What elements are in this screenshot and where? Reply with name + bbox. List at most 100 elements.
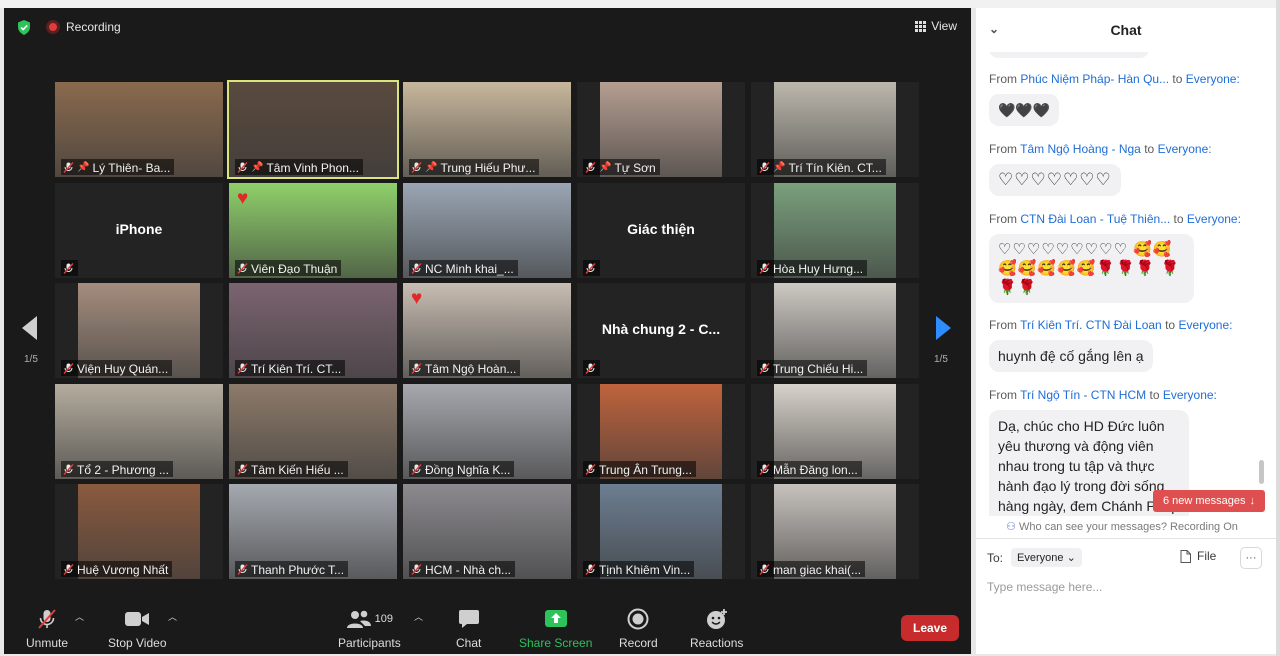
participant-name: Tâm Kiến Hiếu ... [251, 462, 344, 477]
participant-video-tile[interactable]: Nhà chung 2 - C... [577, 283, 745, 378]
participant-video-tile[interactable]: iPhone [55, 183, 223, 278]
participant-video-tile[interactable]: Huệ Vương Nhất [55, 484, 223, 579]
pin-icon: 📌 [773, 162, 786, 173]
participant-video-tile[interactable]: HCM - Nhà ch... [403, 484, 571, 579]
participant-video-tile[interactable]: Trung Chiếu Hi... [751, 283, 919, 378]
reactions-button[interactable]: Reactions [690, 608, 743, 650]
participant-name-tag: 📌 Tự Sơn [583, 159, 660, 175]
chat-recipient-link[interactable]: Everyone: [1163, 388, 1217, 402]
chat-sender-link[interactable]: CTN Đài Loan - Tuệ Thiên... [1020, 212, 1170, 226]
chat-button[interactable]: Chat [456, 608, 481, 650]
participant-video-tile[interactable]: Tâm Kiến Hiếu ... [229, 384, 397, 479]
participant-video-tile[interactable]: Đồng Nghĩa K... [403, 384, 571, 479]
audio-options-caret-icon[interactable]: ︿ [75, 610, 84, 623]
zoom-window: Recording View 📌 Lý Thiên- Ba... 📌 Tâm Vinh… [0, 0, 1280, 656]
more-options-button[interactable]: ··· [1240, 547, 1262, 569]
participant-name-tag: Tâm Ngộ Hoàn... [409, 360, 521, 376]
video-camera-icon [124, 608, 150, 630]
from-word: From [989, 72, 1017, 86]
leave-button[interactable]: Leave [901, 615, 959, 641]
participant-video-tile[interactable]: Mẫn Đăng lon... [751, 384, 919, 479]
participant-video-tile[interactable]: Thanh Phước T... [229, 484, 397, 579]
participant-name: Tổ 2 - Phương ... [77, 462, 169, 477]
stop-video-button[interactable]: Stop Video [108, 608, 167, 650]
unmute-label: Unmute [26, 636, 69, 650]
participant-video-tile[interactable]: Viện Huy Quán... [55, 283, 223, 378]
chat-sender-link[interactable]: Tâm Ngộ Hoàng - Nga [1020, 142, 1141, 156]
chat-message-list[interactable]: From Phúc Niệm Pháp- Hàn Qu... to Everyo… [976, 52, 1268, 516]
unmute-button[interactable]: Unmute [26, 608, 68, 650]
chat-message-input[interactable] [987, 578, 1257, 596]
microphone-muted-icon [585, 162, 596, 173]
chat-message-bubble: huynh đệ cố gắng lên ạ [989, 340, 1153, 372]
participant-name-tag: HCM - Nhà ch... [409, 561, 516, 577]
participant-name-tag: Đồng Nghĩa K... [409, 461, 515, 477]
record-button[interactable]: Record [619, 608, 658, 650]
to-word: to [1172, 72, 1183, 86]
participant-video-tile[interactable]: ♥ Tâm Ngộ Hoàn... [403, 283, 571, 378]
file-button[interactable]: File [1180, 549, 1216, 563]
view-button[interactable]: View [915, 19, 957, 33]
participant-name: Tâm Vinh Phon... [266, 160, 359, 175]
previous-page-arrow-icon[interactable] [22, 316, 37, 340]
microphone-muted-icon [759, 263, 770, 274]
participant-video-tile[interactable]: 📌 Tự Sơn [577, 82, 745, 177]
reactions-label: Reactions [690, 636, 744, 650]
new-messages-button[interactable]: 6 new messages ↓ [1153, 490, 1265, 512]
chat-panel: ⌄ Chat From Phúc Niệm Pháp- Hàn Qu... to… [976, 8, 1276, 654]
participant-video-tile[interactable]: Tổ 2 - Phương ... [55, 384, 223, 479]
arrow-down-icon: ↓ [1249, 495, 1256, 507]
chat-recipient-link[interactable]: Everyone: [1187, 212, 1241, 226]
people-icon: ⚇ [1006, 521, 1016, 533]
participant-video-tile[interactable]: ♥ Viên Đạo Thuận [229, 183, 397, 278]
stop-video-label: Stop Video [108, 636, 167, 650]
participants-options-caret-icon[interactable]: ︿ [414, 610, 423, 623]
security-shield-icon[interactable] [17, 20, 31, 35]
chat-label: Chat [456, 636, 482, 650]
participant-name-tag: 📌 Trí Tín Kiên. CT... [757, 159, 886, 175]
participant-video-tile[interactable]: Trung Ân Trung... [577, 384, 745, 479]
participant-video-tile[interactable]: 📌 Lý Thiên- Ba... [55, 82, 223, 177]
share-screen-label: Share Screen [519, 636, 593, 650]
chat-message-header: From CTN Đài Loan - Tuệ Thiên... to Ever… [989, 212, 1241, 226]
video-options-caret-icon[interactable]: ︿ [168, 610, 177, 623]
recording-indicator[interactable]: Recording [46, 20, 121, 34]
chat-sender-link[interactable]: Trí Kiên Trí. CTN Đài Loan [1020, 318, 1162, 332]
recipient-dropdown[interactable]: Everyone ⌄ [1011, 548, 1082, 567]
participant-video-tile[interactable]: Hòa Huy Hưng... [751, 183, 919, 278]
participant-name: HCM - Nhà ch... [425, 562, 512, 577]
participant-video-tile[interactable]: 📌 Tâm Vinh Phon... [227, 80, 399, 179]
chat-recipient-link[interactable]: Everyone: [1158, 142, 1212, 156]
chat-sender-link[interactable]: Phúc Niệm Pháp- Hàn Qu... [1020, 72, 1169, 86]
participant-video-tile[interactable]: Tịnh Khiêm Vin... [577, 484, 745, 579]
microphone-muted-icon [411, 363, 422, 374]
participant-name: NC Minh khai_... [425, 261, 514, 276]
participant-name-tag [583, 360, 600, 376]
participant-name-tag: Trung Ân Trung... [583, 461, 696, 477]
chat-bubble-icon [458, 608, 480, 630]
next-page-arrow-icon[interactable] [936, 316, 951, 340]
participant-video-tile[interactable]: Giác thiện [577, 183, 745, 278]
chat-recipient-link[interactable]: Everyone: [1186, 72, 1240, 86]
participant-video-tile[interactable]: man giac khai(... [751, 484, 919, 579]
chat-recipient-link[interactable]: Everyone: [1178, 318, 1232, 332]
message-visibility-note[interactable]: ⚇ Who can see your messages? Recording O… [976, 516, 1268, 538]
participant-video-tile[interactable]: 📌 Trung Hiếu Phư... [403, 82, 571, 177]
participant-video-tile[interactable]: Trí Kiên Trí. CT... [229, 283, 397, 378]
heart-reaction-icon: ♥ [237, 188, 249, 209]
chat-message-bubble: ♡♡♡♡♡♡♡♡♡ 🥰🥰🥰🥰🥰🥰🥰🌹🌹🌹 🌹🌹🌹 [989, 234, 1194, 303]
to-label: To: [987, 550, 1004, 565]
chat-sender-link[interactable]: Trí Ngộ Tín - CTN HCM [1020, 388, 1146, 402]
participants-button[interactable]: 109 Participants [338, 608, 401, 650]
participant-video-tile[interactable]: NC Minh khai_... [403, 183, 571, 278]
chevron-down-icon[interactable]: ⌄ [989, 22, 999, 36]
participant-video-tile[interactable]: 📌 Trí Tín Kiên. CT... [751, 82, 919, 177]
participant-name: Trung Chiếu Hi... [773, 361, 864, 376]
chat-bubble-previous [989, 52, 1149, 58]
participant-name: Tâm Ngộ Hoàn... [425, 361, 517, 376]
share-screen-button[interactable]: Share Screen [519, 608, 592, 650]
divider [976, 538, 1276, 539]
chat-scrollbar[interactable] [1259, 460, 1264, 484]
chat-message-bubble: 🖤🖤🖤 [989, 94, 1060, 126]
participant-name: Hòa Huy Hưng... [773, 261, 864, 276]
